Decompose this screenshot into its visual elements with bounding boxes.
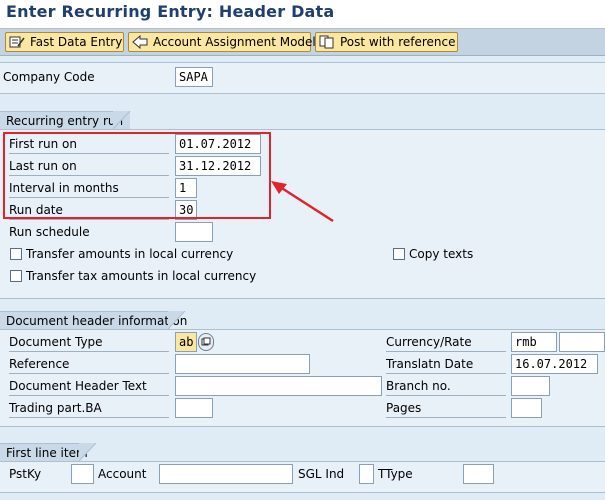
pstky-field[interactable] <box>71 464 94 484</box>
pages-label: Pages <box>386 399 506 418</box>
account-field[interactable] <box>159 464 293 484</box>
translation-date-label: Translatn Date <box>386 355 506 374</box>
header-text-label: Document Header Text <box>9 377 169 396</box>
fast-data-entry-label: Fast Data Entry <box>30 35 123 49</box>
highlight-box <box>3 132 271 219</box>
doc-header-tab-edge <box>168 311 186 329</box>
trading-field[interactable] <box>175 398 213 418</box>
transfer-local-label: Transfer amounts in local currency <box>26 247 234 261</box>
post-with-reference-button[interactable]: Post with reference <box>315 32 458 52</box>
red-arrow-annotation <box>271 181 334 223</box>
reference-label: Reference <box>9 355 169 374</box>
copy-texts-checkbox[interactable] <box>393 248 405 260</box>
account-label: Account <box>98 467 147 481</box>
company-code-field[interactable]: SAPA <box>175 67 213 87</box>
account-assignment-model-label: Account Assignment Model <box>153 35 316 49</box>
recurring-section-header: Recurring entry run <box>0 111 130 129</box>
translation-date-field[interactable]: 16.07.2012 <box>511 354 598 374</box>
recurring-section-tab-edge <box>113 111 131 129</box>
account-model-icon <box>132 35 148 49</box>
run-schedule-label: Run schedule <box>9 225 90 239</box>
run-schedule-field[interactable] <box>175 222 213 242</box>
sgl-label: SGL Ind <box>298 467 345 481</box>
page-title: Enter Recurring Entry: Header Data <box>6 2 335 21</box>
ttype-label: TType <box>378 467 413 481</box>
header-text-field[interactable] <box>175 376 382 396</box>
company-code-panel: Company Code SAPA <box>0 62 605 94</box>
pstky-label: PstKy <box>9 467 42 481</box>
doc-header-section-header: Document header information <box>0 311 187 329</box>
doc-type-label: Document Type <box>9 333 169 352</box>
transfer-tax-label: Transfer tax amounts in local currency <box>26 269 257 283</box>
rate-field[interactable] <box>559 332 605 352</box>
doc-type-field[interactable]: ab <box>175 332 197 352</box>
first-line-section-body: PstKy Account SGL Ind TType <box>0 461 605 493</box>
title-bar: Enter Recurring Entry: Header Data <box>0 0 605 28</box>
reference-field[interactable] <box>175 354 310 374</box>
ttype-field[interactable] <box>463 464 494 484</box>
fast-entry-icon <box>9 35 25 49</box>
pages-field[interactable] <box>511 398 542 418</box>
branch-label: Branch no. <box>386 377 506 396</box>
branch-field[interactable] <box>511 376 550 396</box>
currency-field[interactable]: rmb <box>511 332 557 352</box>
copy-texts-label: Copy texts <box>409 247 474 261</box>
currency-label: Currency/Rate <box>386 333 506 352</box>
value-help-icon[interactable] <box>198 333 214 351</box>
account-assignment-model-button[interactable]: Account Assignment Model <box>128 32 316 52</box>
transfer-local-checkbox[interactable] <box>10 248 22 260</box>
doc-header-section-body: Document Type ab Reference Document Head… <box>0 329 605 427</box>
first-line-tab-edge <box>79 443 97 461</box>
transfer-tax-checkbox[interactable] <box>10 270 22 282</box>
trading-label: Trading part.BA <box>9 399 169 418</box>
sgl-field[interactable] <box>359 464 374 484</box>
fast-data-entry-button[interactable]: Fast Data Entry <box>5 32 124 52</box>
post-with-reference-label: Post with reference <box>340 35 456 49</box>
application-toolbar: Fast Data Entry Account Assignment Model… <box>0 28 605 56</box>
post-reference-icon <box>319 35 335 49</box>
company-code-label: Company Code <box>3 70 95 84</box>
first-line-section-header: First line item <box>0 443 88 461</box>
